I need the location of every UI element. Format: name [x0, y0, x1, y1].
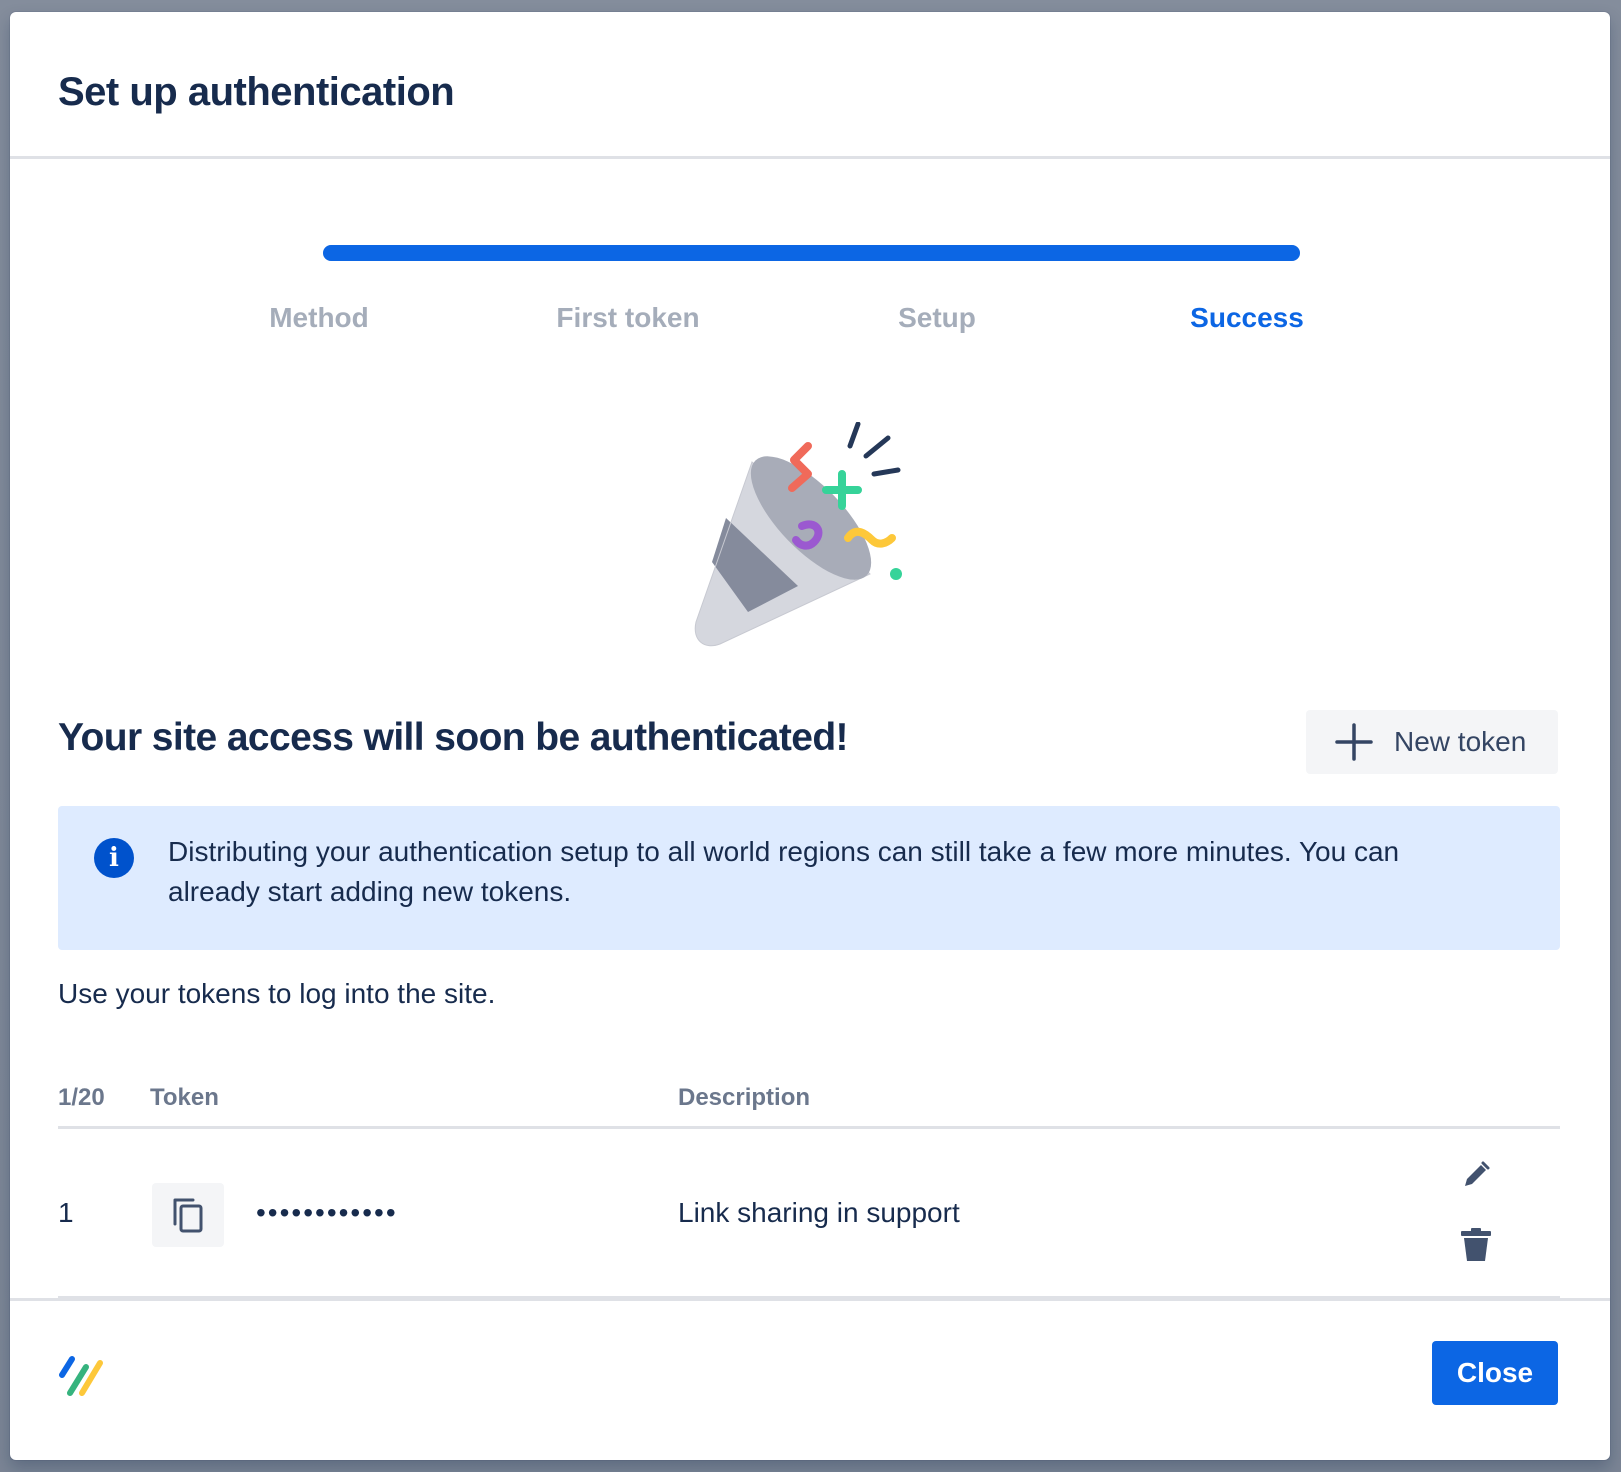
copy-token-button[interactable] — [152, 1183, 224, 1247]
copy-icon — [173, 1198, 203, 1233]
info-message: Distributing your authentication setup t… — [168, 836, 1400, 907]
new-token-button[interactable]: New token — [1306, 710, 1558, 774]
step-setup: Setup — [898, 302, 976, 333]
party-popper-icon — [694, 422, 902, 647]
table-row: 1 •••••••••••• Link sharing in support — [58, 1129, 1560, 1299]
step-method: Method — [269, 302, 369, 333]
info-banner: i Distributing your authentication setup… — [58, 806, 1560, 950]
edit-token-button[interactable] — [1454, 1153, 1498, 1197]
success-headline: Your site access will soon be authentica… — [58, 716, 849, 759]
new-token-label: New token — [1394, 726, 1527, 757]
modal-footer: Close — [10, 1298, 1610, 1460]
step-first-token: First token — [556, 302, 700, 333]
column-header-description: Description — [678, 1084, 811, 1111]
trash-icon — [1461, 1228, 1491, 1261]
token-description: Link sharing in support — [678, 1197, 960, 1228]
modal-header: Set up authentication — [10, 12, 1610, 159]
pencil-icon — [1465, 1161, 1490, 1186]
close-button[interactable]: Close — [1432, 1341, 1558, 1405]
wizard-steps: Method First token Setup Success — [10, 302, 1610, 342]
plus-icon — [1335, 723, 1373, 761]
tokens-table: 1/20 Token Description 1 •••••••••••• Li… — [58, 1078, 1560, 1299]
wizard-progress-bar — [323, 245, 1300, 261]
token-count-label: 1/20 — [58, 1084, 105, 1111]
wizard-progress-fill — [323, 245, 1300, 261]
helper-text: Use your tokens to log into the site. — [58, 978, 496, 1009]
row-index: 1 — [58, 1197, 74, 1228]
delete-token-button[interactable] — [1454, 1223, 1498, 1267]
info-icon: i — [94, 838, 134, 878]
modal-title: Set up authentication — [58, 70, 455, 114]
setup-authentication-modal: Set up authentication Method First token… — [10, 12, 1610, 1460]
table-header: 1/20 Token Description — [58, 1078, 1560, 1129]
column-header-token: Token — [150, 1084, 219, 1111]
step-success: Success — [1190, 302, 1304, 333]
app-logo-icon — [59, 1356, 103, 1396]
token-value-masked: •••••••••••• — [256, 1197, 398, 1228]
